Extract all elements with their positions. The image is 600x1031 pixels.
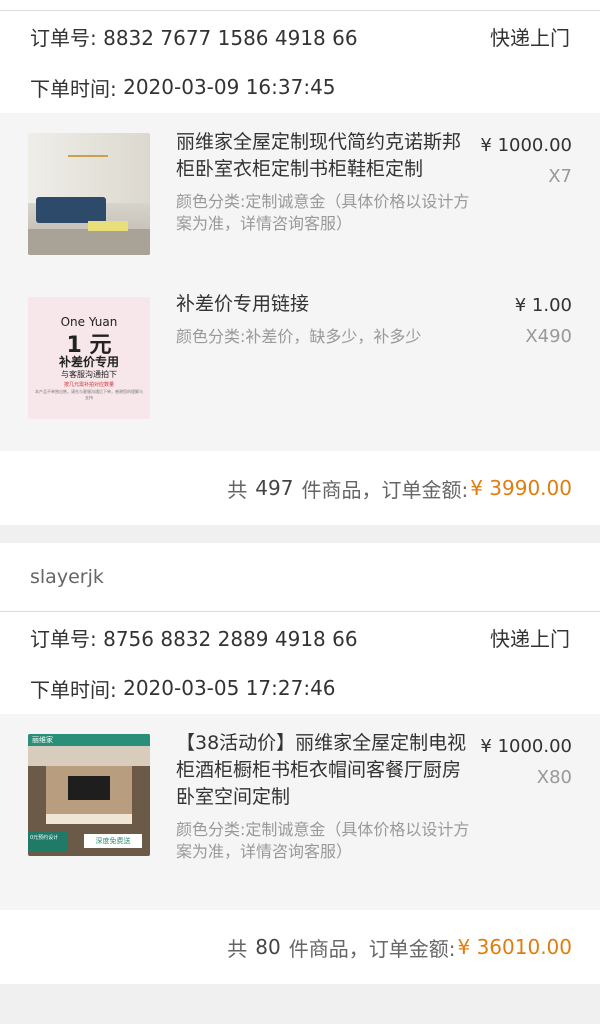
product-spec: 颜色分类:定制诚意金（具体价格以设计方案为准，详情咨询客服） bbox=[176, 820, 470, 861]
product-spec: 颜色分类:补差价，缺多少，补多少 bbox=[176, 327, 422, 346]
item-count: 497 bbox=[255, 476, 294, 500]
shop-name[interactable]: slayerjk bbox=[0, 543, 600, 612]
order-total: 共 80 件商品，订单金额: ¥ 36010.00 bbox=[0, 910, 600, 984]
order-amount: ¥ 3990.00 bbox=[470, 476, 572, 500]
product-quantity: X80 bbox=[536, 767, 572, 788]
product-image[interactable]: 丽维家 0元预约设计 深度免费送 bbox=[28, 734, 150, 856]
order-items: 丽维家全屋定制现代简约克诺斯邦柜卧室衣柜定制书柜鞋柜定制 颜色分类:定制诚意金（… bbox=[0, 113, 600, 451]
order-list: 订单号: 8832 7677 1586 4918 66 快递上门 下单时间: 2… bbox=[0, 0, 600, 1031]
order-number: 订单号: 8756 8832 2889 4918 66 bbox=[30, 626, 358, 651]
product-spec: 颜色分类:定制诚意金（具体价格以设计方案为准，详情咨询客服） bbox=[176, 192, 470, 233]
delivery-method: 快递上门 bbox=[490, 25, 570, 50]
order-total: 共 497 件商品，订单金额: ¥ 3990.00 bbox=[0, 451, 600, 525]
product-price: ¥ 1000.00 bbox=[480, 135, 572, 156]
order-amount: ¥ 36010.00 bbox=[457, 935, 572, 959]
divider bbox=[0, 984, 600, 1024]
order-card[interactable]: slayerjk 订单号: 8756 8832 2889 4918 66 快递上… bbox=[0, 543, 600, 984]
product-image[interactable] bbox=[28, 133, 150, 255]
product-image[interactable]: One Yuan 1 元 补差价专用 与客服沟通拍下 按几元需补拍对应数量 本产… bbox=[28, 297, 150, 419]
order-time: 下单时间: 2020-03-05 17:27:46 bbox=[30, 676, 336, 702]
order-header: 订单号: 8756 8832 2889 4918 66 快递上门 bbox=[0, 612, 600, 662]
product-quantity: X490 bbox=[525, 326, 572, 347]
product-price: ¥ 1.00 bbox=[514, 295, 572, 316]
product-quantity: X7 bbox=[548, 166, 572, 187]
order-time: 下单时间: 2020-03-09 16:37:45 bbox=[30, 75, 336, 101]
list-item[interactable]: One Yuan 1 元 补差价专用 与客服沟通拍下 按几元需补拍对应数量 本产… bbox=[0, 283, 600, 451]
product-price: ¥ 1000.00 bbox=[480, 736, 572, 757]
order-items: 丽维家 0元预约设计 深度免费送 【38活动价】丽维家全屋定制电视柜酒柜橱柜书柜… bbox=[0, 714, 600, 910]
product-title[interactable]: 补差价专用链接 bbox=[176, 291, 476, 318]
order-number: 订单号: 8832 7677 1586 4918 66 bbox=[30, 25, 358, 50]
list-item[interactable]: 丽维家全屋定制现代简约克诺斯邦柜卧室衣柜定制书柜鞋柜定制 颜色分类:定制诚意金（… bbox=[0, 113, 600, 283]
order-card[interactable]: 订单号: 8832 7677 1586 4918 66 快递上门 下单时间: 2… bbox=[0, 0, 600, 525]
order-header: 订单号: 8832 7677 1586 4918 66 快递上门 bbox=[0, 11, 600, 61]
delivery-method: 快递上门 bbox=[490, 626, 570, 651]
product-title[interactable]: 丽维家全屋定制现代简约克诺斯邦柜卧室衣柜定制书柜鞋柜定制 bbox=[176, 129, 476, 183]
product-title[interactable]: 【38活动价】丽维家全屋定制电视柜酒柜橱柜书柜衣帽间客餐厅厨房卧室空间定制 bbox=[176, 730, 476, 811]
item-count: 80 bbox=[255, 935, 281, 959]
divider bbox=[0, 525, 600, 543]
list-item[interactable]: 丽维家 0元预约设计 深度免费送 【38活动价】丽维家全屋定制电视柜酒柜橱柜书柜… bbox=[0, 714, 600, 910]
